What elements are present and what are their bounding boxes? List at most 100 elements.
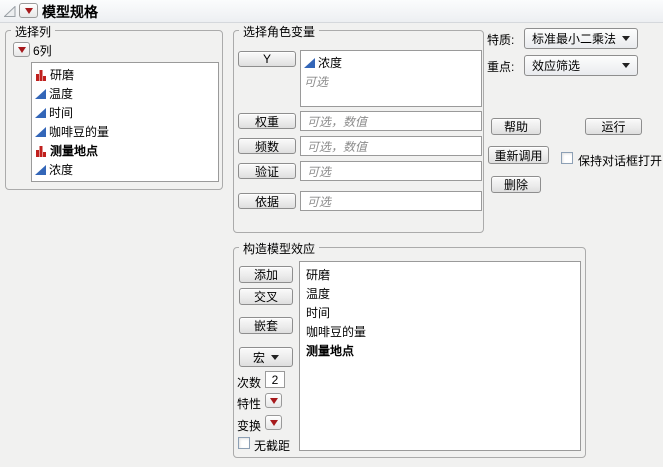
y-button-label: Y <box>262 52 271 66</box>
y-placeholder: 可选 <box>304 75 329 89</box>
red-triangle-icon <box>269 419 278 426</box>
column-name: 浓度 <box>49 163 74 177</box>
continuous-column-icon <box>35 88 46 99</box>
disclosure-triangle-icon[interactable] <box>4 6 16 17</box>
list-item[interactable]: 温度 <box>300 284 580 303</box>
no-intercept-label: 无截距 <box>254 439 291 453</box>
continuous-column-icon <box>304 57 315 68</box>
by-button-label: 依据 <box>254 194 279 209</box>
validation-placeholder: 可选 <box>307 164 332 179</box>
no-intercept-checkbox[interactable] <box>238 437 250 449</box>
list-item[interactable]: 研磨 <box>32 65 218 84</box>
nominal-column-icon <box>36 69 46 81</box>
model-effects-group: 构造模型效应 添加 交叉 嵌套 宏 次数 特性 变换 无截距 研磨 <box>233 240 586 458</box>
effect-name: 时间 <box>306 306 331 320</box>
emphasis-value: 效应筛选 <box>532 59 581 73</box>
dropdown-arrow-icon <box>622 63 630 68</box>
degree-label: 次数 <box>237 376 262 390</box>
list-item[interactable]: 温度 <box>32 84 218 103</box>
freq-placeholder: 可选，数值 <box>307 139 368 154</box>
report-menu-button[interactable] <box>19 3 38 18</box>
list-item[interactable]: 浓度 <box>32 160 218 179</box>
effects-list[interactable]: 研磨 温度 时间 咖啡豆的量 测量地点 <box>299 261 581 451</box>
model-effects-label: 构造模型效应 <box>239 240 320 257</box>
macros-button[interactable]: 宏 <box>239 347 293 367</box>
nest-button-label: 嵌套 <box>253 319 278 333</box>
list-item[interactable]: 时间 <box>300 303 580 322</box>
report-title-bar: 模型规格 <box>0 0 663 23</box>
cross-button[interactable]: 交叉 <box>239 288 293 305</box>
cross-button-label: 交叉 <box>253 290 278 304</box>
y-button[interactable]: Y <box>238 51 296 67</box>
freq-button[interactable]: 频数 <box>238 138 296 154</box>
list-item[interactable]: 测量地点 <box>300 341 580 360</box>
column-name: 测量地点 <box>50 144 99 158</box>
run-button-label: 运行 <box>601 120 626 134</box>
y-list[interactable]: 浓度 可选 <box>300 50 482 107</box>
by-button[interactable]: 依据 <box>238 193 296 209</box>
columns-count-label: 6列 <box>33 44 52 58</box>
run-button[interactable]: 运行 <box>585 118 642 135</box>
effect-name: 研磨 <box>306 268 331 282</box>
dropdown-arrow-icon <box>271 354 279 360</box>
validation-button[interactable]: 验证 <box>238 163 296 179</box>
list-item[interactable]: 咖啡豆的量 <box>32 122 218 141</box>
nest-button[interactable]: 嵌套 <box>239 317 293 334</box>
list-item[interactable]: 咖啡豆的量 <box>300 322 580 341</box>
role-variables-group: 选择角色变量 Y 浓度 可选 权重 可选，数值 频数 可选，数值 验证 可选 依… <box>233 23 484 233</box>
weight-button-label: 权重 <box>254 114 279 129</box>
list-item[interactable]: 测量地点 <box>32 141 218 160</box>
effect-name: 测量地点 <box>306 344 355 358</box>
macros-button-label: 宏 <box>252 350 265 365</box>
emphasis-dropdown[interactable]: 效应筛选 <box>524 55 638 76</box>
personality-value: 标准最小二乘法 <box>532 32 617 46</box>
column-name: 时间 <box>49 106 74 120</box>
add-button-label: 添加 <box>253 268 278 282</box>
dropdown-arrow-icon <box>622 36 630 41</box>
column-name: 咖啡豆的量 <box>49 125 110 139</box>
page-title: 模型规格 <box>42 4 98 20</box>
list-item[interactable]: 时间 <box>32 103 218 122</box>
list-item[interactable]: 浓度 <box>301 53 481 72</box>
red-triangle-icon <box>24 7 33 14</box>
list-item[interactable]: 研磨 <box>300 265 580 284</box>
weight-button[interactable]: 权重 <box>238 113 296 129</box>
keep-dialog-open-label: 保持对话框打开 <box>578 154 663 168</box>
continuous-column-icon <box>35 164 46 175</box>
freq-list[interactable]: 可选，数值 <box>300 136 482 156</box>
remove-button-label: 删除 <box>503 178 528 192</box>
attributes-menu-button[interactable] <box>265 393 282 408</box>
degree-input[interactable] <box>265 371 285 388</box>
validation-list[interactable]: 可选 <box>300 161 482 181</box>
role-variables-label: 选择角色变量 <box>239 23 320 40</box>
weight-placeholder: 可选，数值 <box>307 114 368 129</box>
help-button-label: 帮助 <box>503 120 528 134</box>
remove-button[interactable]: 删除 <box>491 176 541 193</box>
attributes-label: 特性 <box>237 397 262 411</box>
personality-label: 特质: <box>487 33 515 47</box>
by-list[interactable]: 可选 <box>300 191 482 211</box>
personality-dropdown[interactable]: 标准最小二乘法 <box>524 28 638 49</box>
add-button[interactable]: 添加 <box>239 266 293 283</box>
select-columns-group: 选择列 6列 研磨 温度 时间 咖啡豆的量 测量地点 浓度 <box>5 23 223 190</box>
fit-model-dialog: 模型规格 选择列 6列 研磨 温度 时间 咖啡豆的量 测量地点 浓度 选择角色变… <box>0 0 663 467</box>
help-button[interactable]: 帮助 <box>491 118 541 135</box>
red-triangle-icon <box>269 397 278 404</box>
continuous-column-icon <box>35 126 46 137</box>
effect-name: 咖啡豆的量 <box>306 325 367 339</box>
columns-list[interactable]: 研磨 温度 时间 咖啡豆的量 测量地点 浓度 <box>31 62 219 182</box>
keep-dialog-open-checkbox[interactable] <box>561 152 573 164</box>
select-columns-label: 选择列 <box>11 23 56 40</box>
by-placeholder: 可选 <box>307 194 332 209</box>
recall-button-label: 重新调用 <box>494 148 543 163</box>
transform-menu-button[interactable] <box>265 415 282 430</box>
continuous-column-icon <box>35 107 46 118</box>
recall-button[interactable]: 重新调用 <box>488 146 549 164</box>
effect-name: 温度 <box>306 287 331 301</box>
column-name: 浓度 <box>318 56 343 70</box>
column-name: 温度 <box>49 87 74 101</box>
weight-list[interactable]: 可选，数值 <box>300 111 482 131</box>
validation-button-label: 验证 <box>254 164 279 179</box>
columns-menu-button[interactable] <box>13 42 30 57</box>
transform-label: 变换 <box>237 419 262 433</box>
